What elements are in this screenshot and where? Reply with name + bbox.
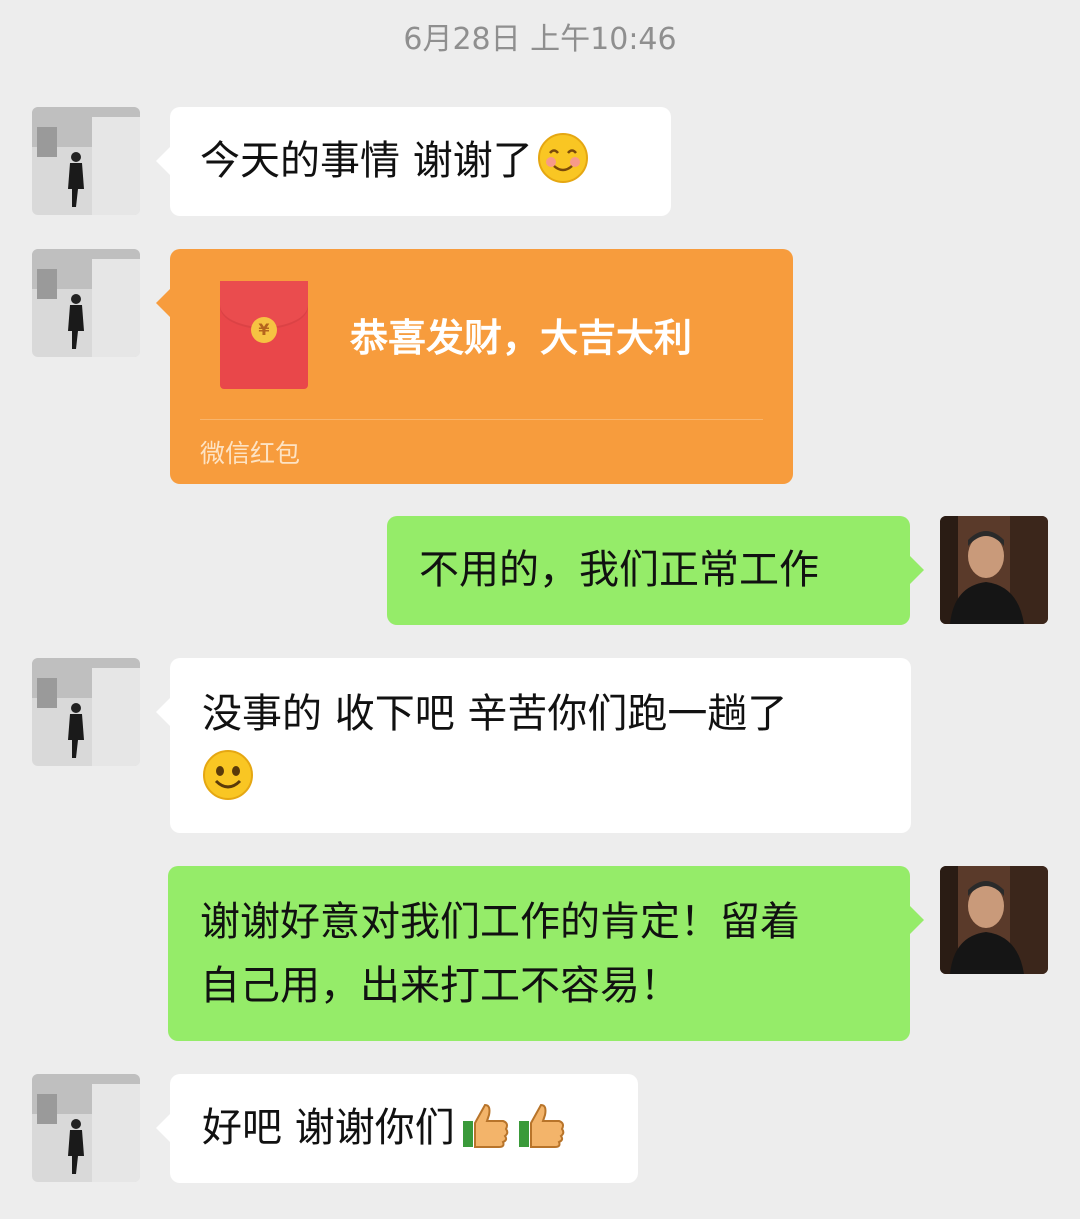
self-avatar[interactable] [940,866,1048,974]
contact-avatar-image [32,107,140,215]
message-text: 今天的事情 谢谢了 [200,138,533,184]
message-text: 不用的，我们正常工作 [419,547,819,593]
message-bubble-outgoing[interactable]: 谢谢好意对我们工作的肯定！留着 自己用，出来打工不容易！ [168,866,924,1041]
message-bubble-incoming[interactable]: 好吧 谢谢你们 [156,1074,638,1183]
self-avatar-image [940,866,1048,974]
red-packet-divider [200,419,763,420]
self-avatar-image [940,516,1048,624]
message-text-line-1: 谢谢好意对我们工作的肯定！留着 [200,899,800,945]
message-timestamp: 6月28日 上午10:46 [403,22,677,57]
thumbs-up-emoji-icon [459,1099,511,1151]
message-bubble-incoming[interactable]: 没事的 收下吧 辛苦你们跑一趟了 [156,658,911,833]
contact-avatar-image [32,658,140,766]
self-avatar[interactable] [940,516,1048,624]
message-bubble-outgoing[interactable]: 不用的，我们正常工作 [387,516,924,625]
message-text-line-2: 自己用，出来打工不容易！ [200,963,680,1009]
contact-avatar[interactable] [32,107,140,215]
message-text: 没事的 收下吧 辛苦你们跑一趟了 [202,691,788,737]
message-text: 好吧 谢谢你们 [202,1105,455,1151]
message-bubble-incoming[interactable]: 今天的事情 谢谢了 [156,107,671,216]
red-packet-label: 微信红包 [200,439,301,468]
contact-avatar[interactable] [32,249,140,357]
red-packet-title: 恭喜发财，大吉大利 [350,316,693,360]
contact-avatar-image [32,249,140,357]
red-packet-message[interactable]: ¥ 恭喜发财，大吉大利 微信红包 [156,249,793,484]
smile-emoji-icon [202,749,254,801]
red-envelope-icon: ¥ [220,281,308,389]
contact-avatar-image [32,1074,140,1182]
thumbs-up-emoji-icon [515,1099,567,1151]
contact-avatar[interactable] [32,1074,140,1182]
blush-smile-emoji-icon [537,132,589,184]
contact-avatar[interactable] [32,658,140,766]
